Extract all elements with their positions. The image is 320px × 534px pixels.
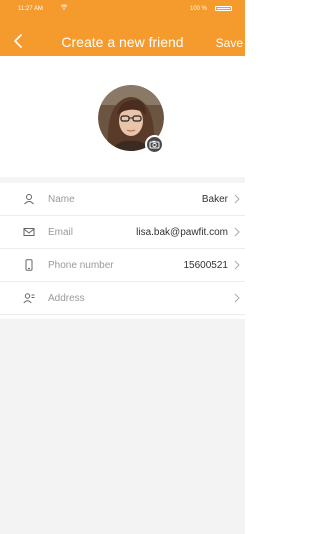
page-title: Create a new friend: [61, 34, 184, 50]
mail-icon: [23, 228, 35, 236]
phone-value[interactable]: 15600521: [184, 260, 229, 271]
camera-icon: [149, 140, 160, 149]
navbar: Create a new friend Save: [0, 16, 245, 56]
form-row-address[interactable]: Address: [0, 282, 245, 315]
chevron-right-icon: [234, 260, 240, 270]
form-row-name[interactable]: Name Baker: [0, 183, 245, 216]
phone-icon: [25, 259, 33, 271]
name-value[interactable]: Baker: [202, 194, 228, 205]
chevron-right-icon: [234, 293, 240, 303]
form-row-email[interactable]: Email lisa.bak@pawfit.com: [0, 216, 245, 249]
email-value[interactable]: lisa.bak@pawfit.com: [136, 227, 228, 238]
form-row-phone[interactable]: Phone number 15600521: [0, 249, 245, 282]
status-time: 11:27 AM: [18, 6, 43, 12]
wifi-icon: [60, 4, 68, 10]
friend-form: Name Baker Email lisa.bak@pawfit.com Pho…: [0, 183, 245, 315]
battery-percentage: 100 %: [189, 6, 207, 12]
camera-badge[interactable]: [145, 135, 164, 154]
chevron-right-icon: [234, 227, 240, 237]
address-label: Address: [48, 293, 85, 304]
name-label: Name: [48, 194, 75, 205]
address-icon: [23, 293, 35, 304]
phone-label: Phone number: [48, 260, 114, 271]
person-icon: [24, 194, 34, 205]
save-button[interactable]: Save: [216, 36, 243, 50]
empty-content-area: [0, 319, 245, 534]
chevron-right-icon: [234, 194, 240, 204]
email-label: Email: [48, 227, 74, 238]
battery-icon: [215, 6, 232, 11]
avatar-picker[interactable]: [98, 85, 164, 154]
status-bar: 11:27 AM 100 %: [0, 0, 245, 16]
